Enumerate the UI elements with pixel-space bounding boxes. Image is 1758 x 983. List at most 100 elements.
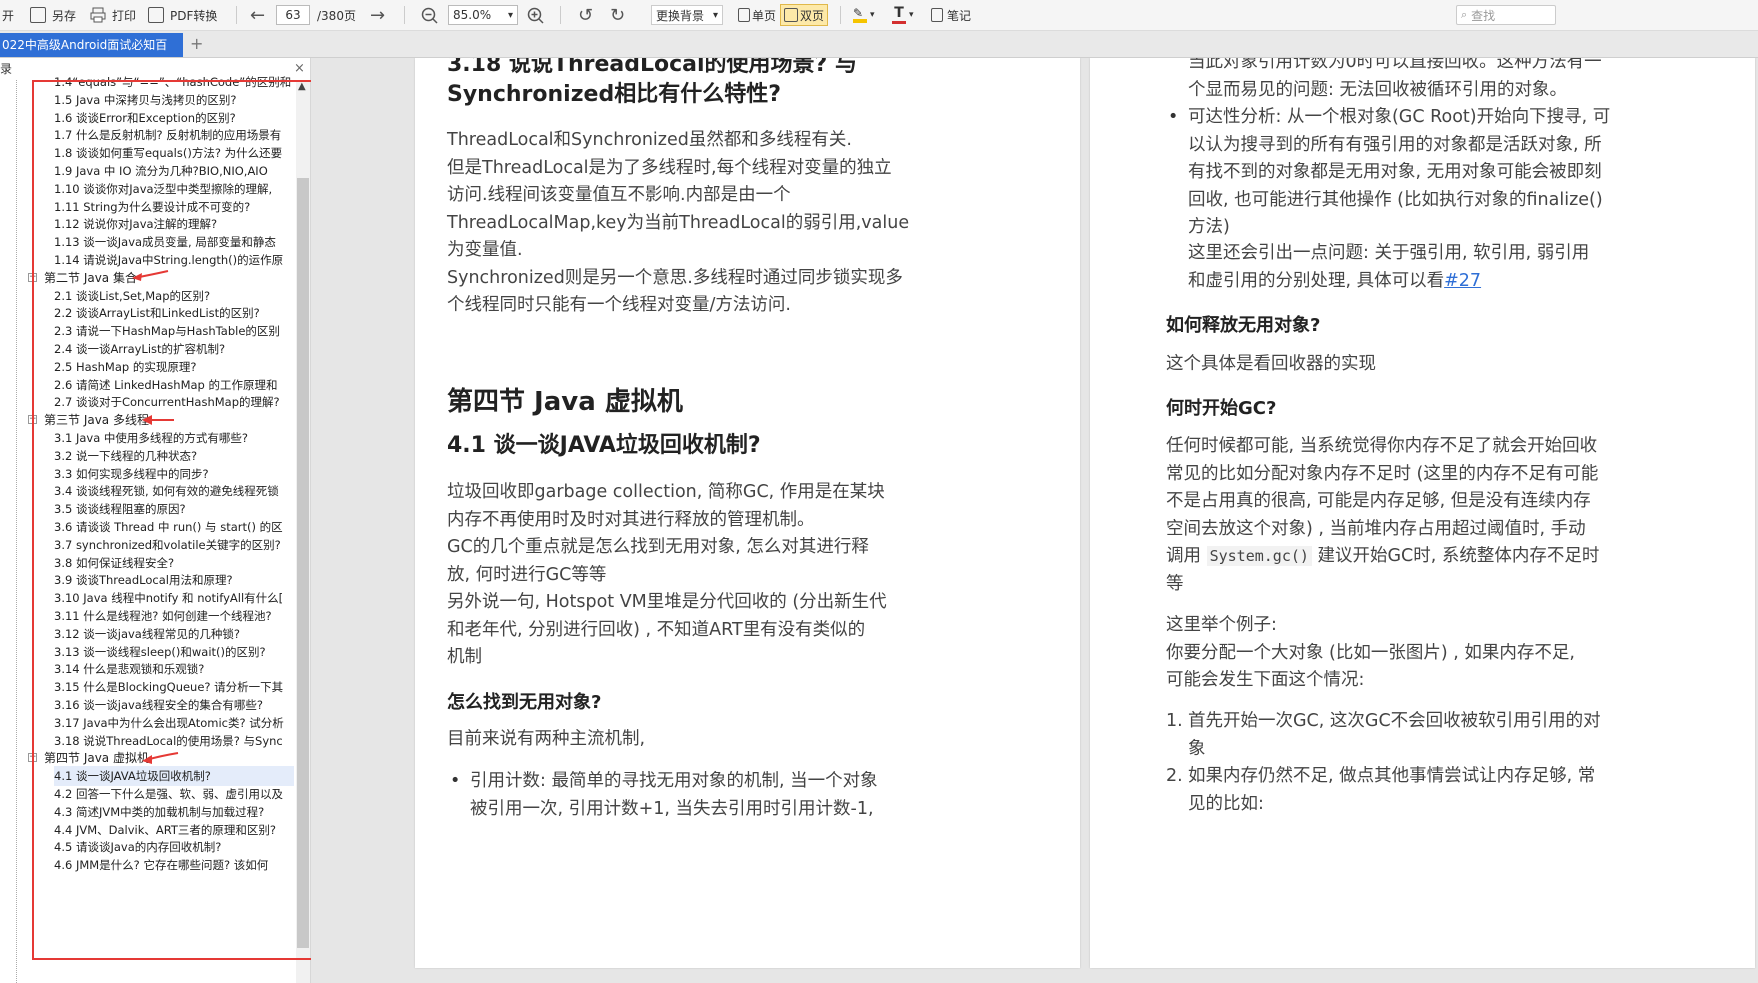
list-line: 如果内存仍然不足, 做点其他事情尝试让内存足够, 常 [1188,766,1596,786]
paragraph-ref-count-continued: 当此对象引用计数为0时可以直接回收。这种方法有一个显而易见的问题: 无法回收被循… [1188,58,1602,104]
tree-guide-line [16,80,17,983]
paragraph-reference-note: 这里还会引出一点问题: 关于强引用, 软引用, 弱引用 和虚引用的分别处理, 具… [1188,240,1589,295]
list-number: 2. [1166,766,1183,786]
rotate-left-icon[interactable]: ↺ [578,4,593,26]
paragraph-line: 另外说一句, Hotspot VM里堆是分代回收的 (分出新生代 [447,592,887,612]
page-number-input[interactable]: 63 [276,5,310,25]
toc-section-label: 第二节 Java 集合 [44,270,137,285]
paragraph-line: 和老年代, 分别进行回收) , 不知道ART里有没有类似的 [447,619,866,640]
question-find-unused: 怎么找到无用对象? [447,692,602,713]
paragraph-line: Synchronized则是另一个意思.多线程时通过同步锁实现多 [447,267,903,288]
page-total: /380页 [317,8,356,23]
print-button[interactable]: 打印 [90,4,136,26]
notes-icon [931,8,943,22]
document-viewer: 3.18 说说ThreadLocal的使用场景? 与 Synchronized相… [311,58,1758,983]
bullet-line: 被引用一次, 引用计数+1, 当失去引用时引用计数-1, [470,798,874,819]
separator [560,6,561,24]
issue-link[interactable]: #27 [1444,271,1481,291]
highlighter-icon: ✎ [853,7,867,23]
single-page-icon [738,8,750,22]
paragraph-gc-intro: 垃圾回收即garbage collection, 简称GC, 作用是在某块 内存不… [447,479,887,672]
bullet-line: 方法) [1188,217,1230,237]
rotate-right-icon[interactable]: ↻ [610,4,625,26]
question-when-gc: 何时开始GC? [1166,398,1277,419]
chevron-down-icon: ▾ [870,10,875,20]
paragraph-line: 为变量值. [447,240,523,260]
paragraph-threadlocal: ThreadLocal和Synchronized虽然都和多线程有关. 但是Thre… [447,127,909,320]
ordered-list: 1. 首先开始一次GC, 这次GC不会回收被软引用引用的对象 2. 如果内存仍然不足,… [1166,708,1601,818]
toc-item[interactable]: 4.6 JMM是什么? 它存在哪些问题? 该如何 [54,855,294,875]
text-color-button[interactable]: T ▾ [892,4,914,26]
zoom-in-button[interactable] [527,4,549,26]
separator [840,6,841,24]
toc-title: 录 [0,62,13,76]
paragraph-two-mechanisms: 目前来说有两种主流机制, [447,729,646,749]
close-icon[interactable]: × [294,58,305,80]
highlight-pen-button[interactable]: ✎ ▾ [853,4,875,26]
zoom-in-icon [527,7,544,24]
separator [404,6,405,24]
when-gc-last: 等 [1166,573,1184,594]
page-left: 3.18 说说ThreadLocal的使用场景? 与 Synchronized相… [415,58,1080,968]
zoom-select[interactable]: 85.0% ▾ [448,5,518,25]
note-line: 和虚引用的分别处理, 具体可以看#27 [1188,268,1589,296]
collapse-toggle-icon[interactable]: − [28,415,37,425]
paragraph-line: 机制 [447,647,482,667]
toc-scrollbar-thumb[interactable] [297,178,309,948]
paragraph-line: 空间去放这个对象) , 当前堆内存占用超过阈值时, 手动 [1166,518,1586,539]
bullet-reachability-analysis: 可达性分析: 从一个根对象(GC Root)开始向下搜寻, 可以认为搜寻到的所有… [1168,104,1611,242]
collapse-toggle-icon[interactable]: − [28,753,37,763]
paragraph-line: 不是占用真的很高, 可能是内存足够, 但是没有连续内存 [1166,491,1591,511]
toolbar: 开 另存 打印 PDF转换 ← 63 /380页 → 85.0% ▾ ↺ ↻ 更换… [0,0,1758,31]
toc-section-label: 第四节 Java 虚拟机 [44,751,149,766]
paragraph-line: 可能会发生下面这个情况: [1166,670,1365,690]
separator [236,6,237,24]
red-arrow-annotation [142,752,179,764]
prev-page-arrow-icon[interactable]: ← [250,4,265,26]
paragraph-line: 任何时候都可能, 当系统觉得你内存不足了就会开始回收 [1166,436,1598,456]
code-suffix: 建议开始GC时, 系统整体内存不足时 [1317,546,1600,566]
bullet-line: 有找不到的对象都是无用对象, 无用对象可能会被即刻 [1188,162,1602,182]
list-number: 1. [1166,711,1183,731]
search-input[interactable]: ⌕ 查找 [1456,5,1556,25]
single-page-button[interactable]: 单页 [738,4,776,26]
red-arrow-annotation [132,270,169,281]
tab-bar: 022中高级Android面试必知百 + [0,31,1758,58]
paragraph-line: 当此对象引用计数为0时可以直接回收。这种方法有一 [1188,58,1602,72]
collapse-toggle-icon[interactable]: − [28,272,37,282]
notes-button[interactable]: 笔记 [931,4,971,26]
change-background-button[interactable]: 更换背景 ▾ [651,4,723,26]
scroll-up-icon[interactable]: ▲ [298,81,306,92]
answer-release: 这个具体是看回收器的实现 [1166,354,1376,374]
search-icon: ⌕ [1461,8,1468,21]
next-page-arrow-icon[interactable]: → [370,4,385,26]
list-line: 首先开始一次GC, 这次GC不会回收被软引用引用的对 [1188,711,1601,731]
pdf-convert-button[interactable]: PDF转换 [148,4,217,26]
paragraph-line: ThreadLocal和Synchronized虽然都和多线程有关. [447,130,852,150]
double-page-icon [784,8,798,22]
double-page-button[interactable]: 双页 [780,4,829,26]
paragraph-line: 个显而易见的问题: 无法回收被循环引用的对象。 [1188,79,1567,100]
open-button[interactable]: 开 [2,4,14,26]
heading-3-18-line2: Synchronized相比有什么特性? [447,82,781,107]
new-tab-button[interactable]: + [190,34,203,53]
paragraph-line: 个线程同时只能有一个线程对变量/方法访问. [447,295,791,315]
save-as-button[interactable]: 另存 [30,4,76,26]
bullet-line: 可达性分析: 从一个根对象(GC Root)开始向下搜寻, 可 [1188,107,1611,127]
chevron-down-icon: ▾ [712,9,718,21]
paragraph-line: 内存不再使用时及时对其进行释放的管理机制。 [447,509,815,530]
pdf-icon [148,7,164,23]
ordered-list-item: 1. 首先开始一次GC, 这次GC不会回收被软引用引用的对象 [1166,708,1601,763]
toc-sidebar: 录 × ▲ 1.4“equals”与“==”、“hashCode”的区别和 1.5… [0,58,311,983]
note-line: 这里还会引出一点问题: 关于强引用, 软引用, 弱引用 [1188,243,1590,263]
paragraph-line: GC的几个重点就是怎么找到无用对象, 怎么对其进行释 [447,537,869,557]
when-gc-lines: 任何时候都可能, 当系统觉得你内存不足了就会开始回收 常见的比如分配对象内存不足时… [1166,433,1599,543]
bullet-line: 引用计数: 最简单的寻找无用对象的机制, 当一个对象 [470,771,878,791]
document-tab[interactable]: 022中高级Android面试必知百 [0,33,183,57]
toc-section-label: 第三节 Java 多线程 [44,413,149,428]
zoom-out-button[interactable] [421,4,443,26]
when-gc-code-line: 调用 System.gc() 建议开始GC时, 系统整体内存不足时 [1166,543,1599,571]
ordered-list-item: 2. 如果内存仍然不足, 做点其他事情尝试让内存足够, 常见的比如: [1166,763,1601,818]
list-line: 见的比如: [1188,793,1264,814]
code-system-gc: System.gc() [1206,546,1312,566]
